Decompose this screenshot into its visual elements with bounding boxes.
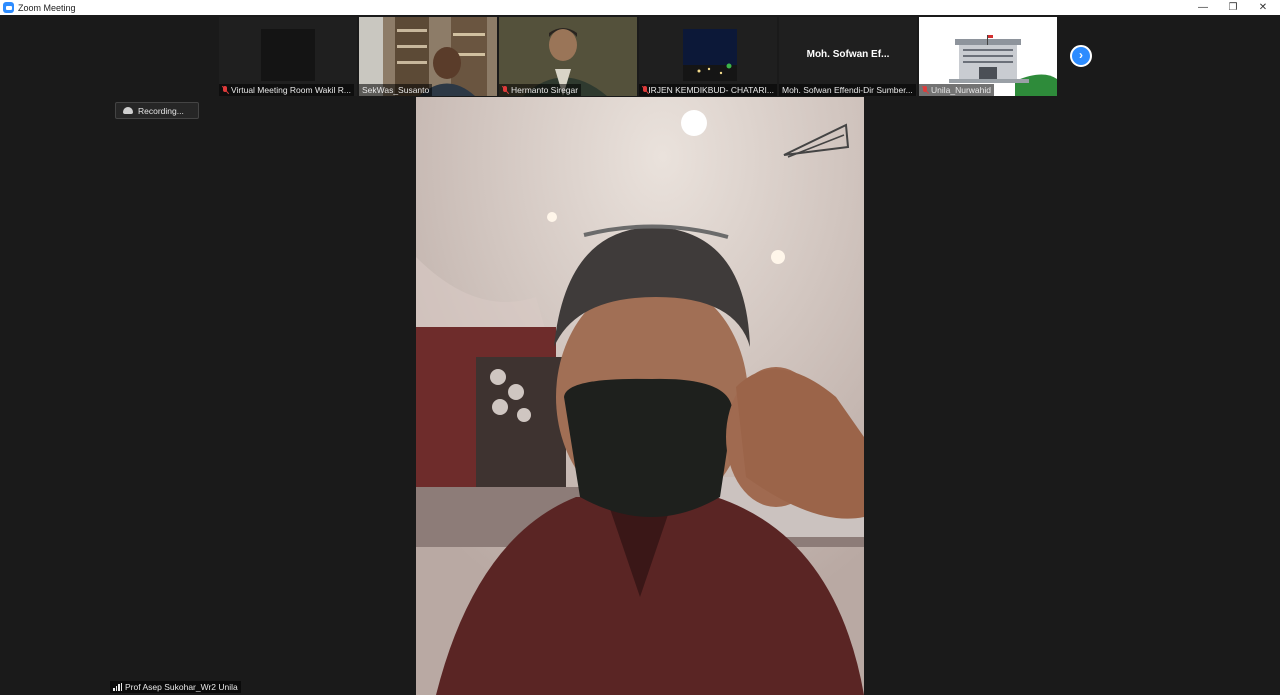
participant-name-tag: Hermanto Siregar	[499, 84, 582, 96]
participant-name-tag: SekWas_Susanto	[359, 84, 433, 96]
connection-signal-icon	[113, 683, 122, 691]
participant-name: Moh. Sofwan Effendi-Dir Sumber...	[782, 85, 913, 95]
muted-mic-icon	[922, 86, 928, 94]
participant-tile[interactable]: SekWas_Susanto	[359, 17, 497, 96]
muted-mic-icon	[642, 86, 648, 94]
participant-name: SekWas_Susanto	[362, 85, 430, 95]
participant-strip: Virtual Meeting Room Wakil R... SekWas_S…	[219, 17, 1057, 96]
window-titlebar: Zoom Meeting — ❐ ✕	[0, 0, 1280, 15]
meeting-stage: Virtual Meeting Room Wakil R... SekWas_S…	[0, 15, 1280, 695]
recording-indicator[interactable]: Recording...	[115, 102, 199, 119]
participant-tile[interactable]: Unila_Nurwahid	[919, 17, 1057, 96]
participant-name-tag: Virtual Meeting Room Wakil R...	[219, 84, 354, 96]
participant-name-tag: IRJEN KEMDIKBUD- CHATARI...	[639, 84, 777, 96]
participant-display-name: Moh. Sofwan Ef...	[806, 49, 890, 60]
next-page-chevron-icon[interactable]: ›	[1070, 45, 1092, 67]
muted-mic-icon	[502, 86, 508, 94]
recording-label: Recording...	[138, 105, 184, 116]
active-speaker-video	[416, 97, 864, 695]
participant-name: Virtual Meeting Room Wakil R...	[231, 85, 351, 95]
window-title: Zoom Meeting	[18, 2, 76, 13]
close-button[interactable]: ✕	[1248, 0, 1278, 15]
active-speaker-name-tag: Prof Asep Sukohar_Wr2 Unila	[110, 681, 241, 693]
cloud-recording-icon	[123, 107, 133, 114]
restore-button[interactable]: ❐	[1218, 0, 1248, 15]
video-off-placeholder	[261, 29, 315, 81]
participant-name: Hermanto Siregar	[511, 85, 579, 95]
participant-name-tag: Unila_Nurwahid	[919, 84, 995, 96]
participant-name-tag: Moh. Sofwan Effendi-Dir Sumber...	[779, 84, 916, 96]
muted-mic-icon	[222, 86, 228, 94]
active-speaker-frame	[416, 97, 864, 695]
zoom-app-icon	[3, 2, 14, 13]
participant-tile[interactable]: Moh. Sofwan Ef... Moh. Sofwan Effendi-Di…	[779, 17, 917, 96]
participant-tile[interactable]: Hermanto Siregar	[499, 17, 637, 96]
minimize-button[interactable]: —	[1188, 0, 1218, 15]
participant-tile[interactable]: Virtual Meeting Room Wakil R...	[219, 17, 357, 96]
participant-name: Unila_Nurwahid	[931, 85, 992, 95]
participant-tile[interactable]: IRJEN KEMDIKBUD- CHATARI...	[639, 17, 777, 96]
active-speaker-name: Prof Asep Sukohar_Wr2 Unila	[125, 682, 238, 692]
participant-name: IRJEN KEMDIKBUD- CHATARI...	[648, 85, 774, 95]
